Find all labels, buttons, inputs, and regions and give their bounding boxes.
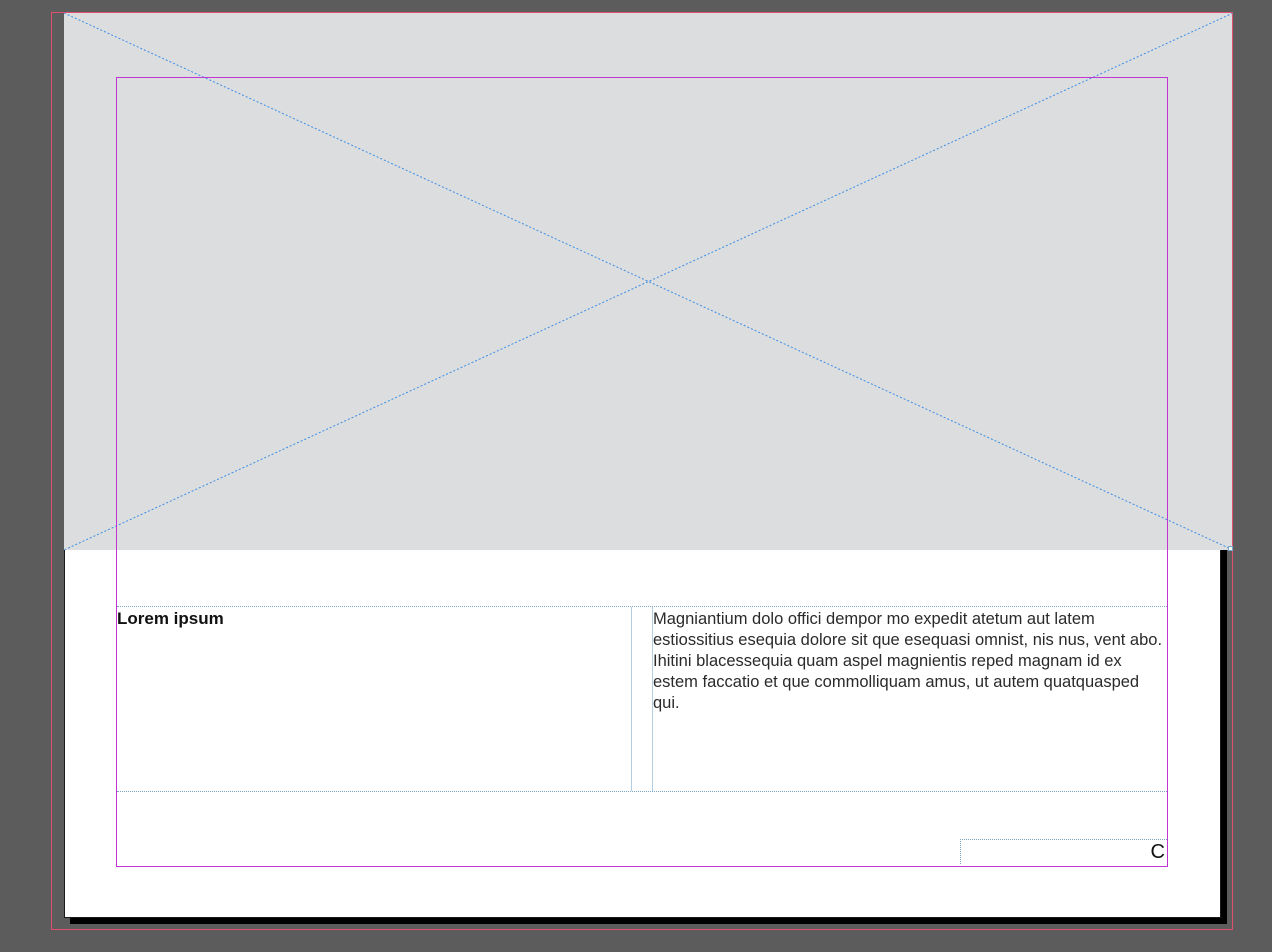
column-gutter-left [631,607,632,791]
footer-text-frame[interactable]: C [960,839,1167,864]
frame-resize-handle[interactable] [1228,546,1233,551]
text-frame-top-edge [117,606,1167,607]
text-heading[interactable]: Lorem ipsum [117,609,224,629]
text-body[interactable]: Magniantium dolo offici dempor mo expedi… [653,609,1165,714]
text-frame-bottom-edge [117,791,1167,792]
margin-guide [116,77,1168,867]
footer-marker: C [1150,841,1165,863]
